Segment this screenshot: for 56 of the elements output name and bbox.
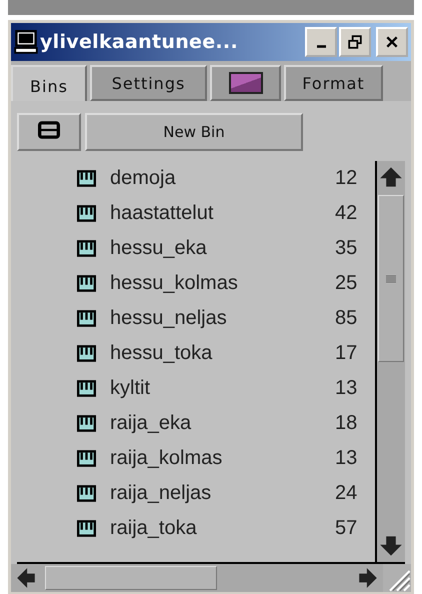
view-button[interactable] — [17, 113, 81, 151]
bin-name[interactable]: haastattelut — [110, 202, 335, 225]
bin-icon — [77, 240, 96, 257]
bin-size: 12 — [335, 167, 358, 190]
restore-button[interactable] — [339, 27, 371, 57]
bin-name[interactable]: raija_toka — [110, 517, 335, 540]
swatch-icon — [228, 72, 262, 94]
tab[interactable]: Settings — [90, 65, 207, 101]
bin-icon — [77, 520, 96, 537]
minimize-icon — [316, 45, 326, 48]
bin-icon — [77, 450, 96, 467]
bin-size: 13 — [335, 377, 358, 400]
bin-icon — [77, 205, 96, 222]
scroll-thumb[interactable] — [378, 195, 404, 362]
close-button[interactable] — [376, 27, 408, 57]
bin-name[interactable]: hessu_eka — [110, 237, 335, 260]
view-icon — [38, 121, 60, 139]
new-bin-button[interactable]: New Bin — [85, 113, 303, 151]
bin-icon — [77, 275, 96, 292]
bin-size: 18 — [335, 412, 358, 435]
bin-size: 24 — [335, 482, 358, 505]
bin-icon — [77, 380, 96, 397]
bin-icon — [77, 415, 96, 432]
bin-size: 25 — [335, 272, 358, 295]
horizontal-scrollbar[interactable] — [11, 564, 383, 592]
restore-icon — [348, 35, 362, 49]
scroll-thumb[interactable] — [45, 566, 217, 590]
bin-icon — [77, 310, 96, 327]
bin-name[interactable]: raija_neljas — [110, 482, 335, 505]
bin-size: 13 — [335, 447, 358, 470]
bin-icon — [77, 170, 96, 187]
computer-icon — [14, 30, 38, 54]
bin-size: 35 — [335, 237, 358, 260]
close-icon — [385, 35, 399, 49]
bin-name[interactable]: hessu_toka — [110, 342, 335, 365]
bin-name[interactable]: raija_eka — [110, 412, 335, 435]
vertical-scrollbar[interactable] — [377, 161, 405, 562]
tab[interactable]: Format — [284, 65, 383, 101]
grip-icon — [386, 274, 396, 282]
window-title: ylivelkaantunee... — [40, 31, 239, 53]
bin-name[interactable]: hessu_neljas — [110, 307, 335, 330]
left-arrow-icon[interactable] — [15, 567, 37, 589]
bin-name[interactable]: hessu_kolmas — [110, 272, 335, 295]
bin-name[interactable]: raija_kolmas — [110, 447, 335, 470]
bin-icon — [77, 485, 96, 502]
bin-size: 17 — [335, 342, 358, 365]
bin-size: 57 — [335, 517, 358, 540]
bin-size: 85 — [335, 307, 358, 330]
resize-grip-icon[interactable] — [383, 564, 411, 592]
color-tab[interactable] — [210, 65, 281, 101]
right-arrow-icon[interactable] — [357, 567, 379, 589]
bin-name[interactable]: demoja — [110, 167, 335, 190]
bin-icon — [77, 345, 96, 362]
bin-name[interactable]: kyltit — [110, 377, 335, 400]
bin-size: 42 — [335, 202, 358, 225]
minimize-button[interactable] — [305, 27, 337, 57]
